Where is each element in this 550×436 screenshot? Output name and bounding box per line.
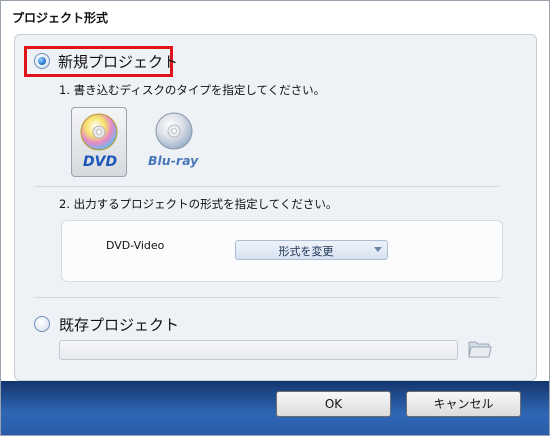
step2-instruction: 2. 出力するプロジェクトの形式を指定してください。 [59, 197, 338, 211]
new-project-radio[interactable] [34, 53, 50, 69]
dvd-disc-icon [80, 113, 118, 151]
project-format-dialog: プロジェクト形式 新規プロジェクト 1. 書き込むディスクのタイプを指定してくだ… [0, 0, 550, 436]
window-title: プロジェクト形式 [12, 11, 109, 25]
dvd-label: DVD [83, 154, 118, 170]
change-format-label: 形式を変更 [278, 245, 334, 258]
dvd-button[interactable]: DVD [71, 107, 127, 177]
existing-project-label: 既存プロジェクト [59, 316, 180, 334]
format-box: DVD-Video 形式を変更 [61, 220, 503, 282]
title-bar: プロジェクト形式 [1, 1, 549, 31]
change-format-button[interactable]: 形式を変更 [235, 240, 388, 260]
footer-bar: OK キャンセル [1, 381, 549, 435]
bluray-button[interactable]: Blu-ray [147, 107, 201, 175]
ok-button[interactable]: OK [276, 391, 391, 417]
new-project-label: 新規プロジェクト [58, 53, 179, 71]
existing-project-radio[interactable] [34, 316, 50, 332]
project-path-field[interactable] [59, 340, 458, 360]
format-name: DVD-Video [106, 239, 165, 252]
divider [35, 186, 499, 187]
folder-icon[interactable] [468, 339, 492, 359]
step1-instruction: 1. 書き込むディスクのタイプを指定してください。 [59, 83, 326, 97]
bluray-label: Blu-ray [148, 153, 199, 168]
cancel-button[interactable]: キャンセル [406, 391, 521, 417]
bluray-disc-icon [155, 112, 193, 150]
dropdown-arrow-icon [374, 247, 382, 252]
divider [35, 297, 499, 298]
